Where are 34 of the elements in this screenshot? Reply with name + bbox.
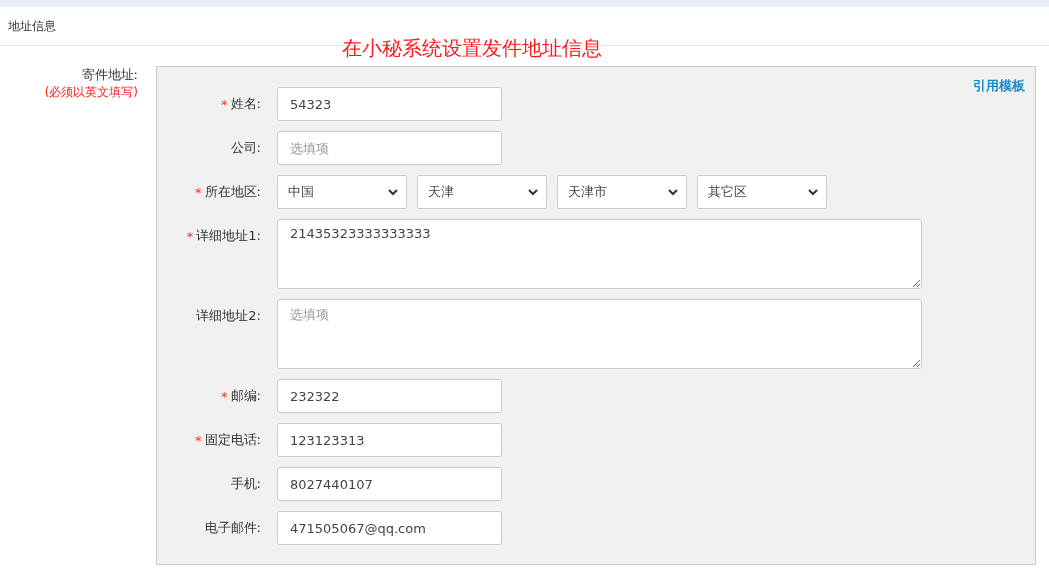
input-field[interactable]: 54323 bbox=[277, 87, 502, 121]
chevron-down-icon bbox=[808, 188, 818, 196]
input-field[interactable]: 选填项 bbox=[277, 131, 502, 165]
input-field[interactable]: 471505067@qq.com bbox=[277, 511, 502, 545]
dropdown[interactable]: 天津 bbox=[417, 175, 547, 209]
field-label: 详细地址1: bbox=[196, 227, 261, 245]
field-label: 所在地区: bbox=[204, 183, 261, 201]
input-field[interactable]: 8027440107 bbox=[277, 467, 502, 501]
dropdown[interactable]: 其它区 bbox=[697, 175, 827, 209]
field-label: 公司: bbox=[230, 139, 261, 157]
note-text: (必须以英文填写) bbox=[44, 84, 138, 101]
required-mark: * bbox=[221, 388, 228, 404]
field-label: 固定电话: bbox=[204, 431, 261, 449]
annotation-text: 在小秘系统设置发件地址信息 bbox=[342, 35, 602, 62]
dropdown[interactable]: 天津市 bbox=[557, 175, 687, 209]
field-label: 邮编: bbox=[230, 387, 261, 405]
input-field[interactable]: 123123313 bbox=[277, 423, 502, 457]
field-label: 手机: bbox=[230, 475, 261, 493]
field-label: 姓名: bbox=[230, 95, 261, 113]
required-mark: * bbox=[195, 432, 202, 448]
input-field[interactable]: 232322 bbox=[277, 379, 502, 413]
required-mark: * bbox=[195, 184, 202, 200]
chevron-down-icon bbox=[388, 188, 398, 196]
field-label: 详细地址2: bbox=[196, 307, 261, 325]
dropdown[interactable]: 中国 bbox=[277, 175, 407, 209]
chevron-down-icon bbox=[668, 188, 678, 196]
chevron-down-icon bbox=[528, 188, 538, 196]
field-label: 电子邮件: bbox=[204, 519, 261, 537]
field-label: 寄件地址: bbox=[81, 66, 138, 84]
required-mark: * bbox=[186, 228, 194, 244]
text-area[interactable]: 选填项 bbox=[277, 299, 922, 369]
text-area[interactable]: 21435323333333333 bbox=[277, 219, 922, 289]
section-title: 地址信息 bbox=[8, 17, 56, 35]
required-mark: * bbox=[221, 96, 228, 112]
